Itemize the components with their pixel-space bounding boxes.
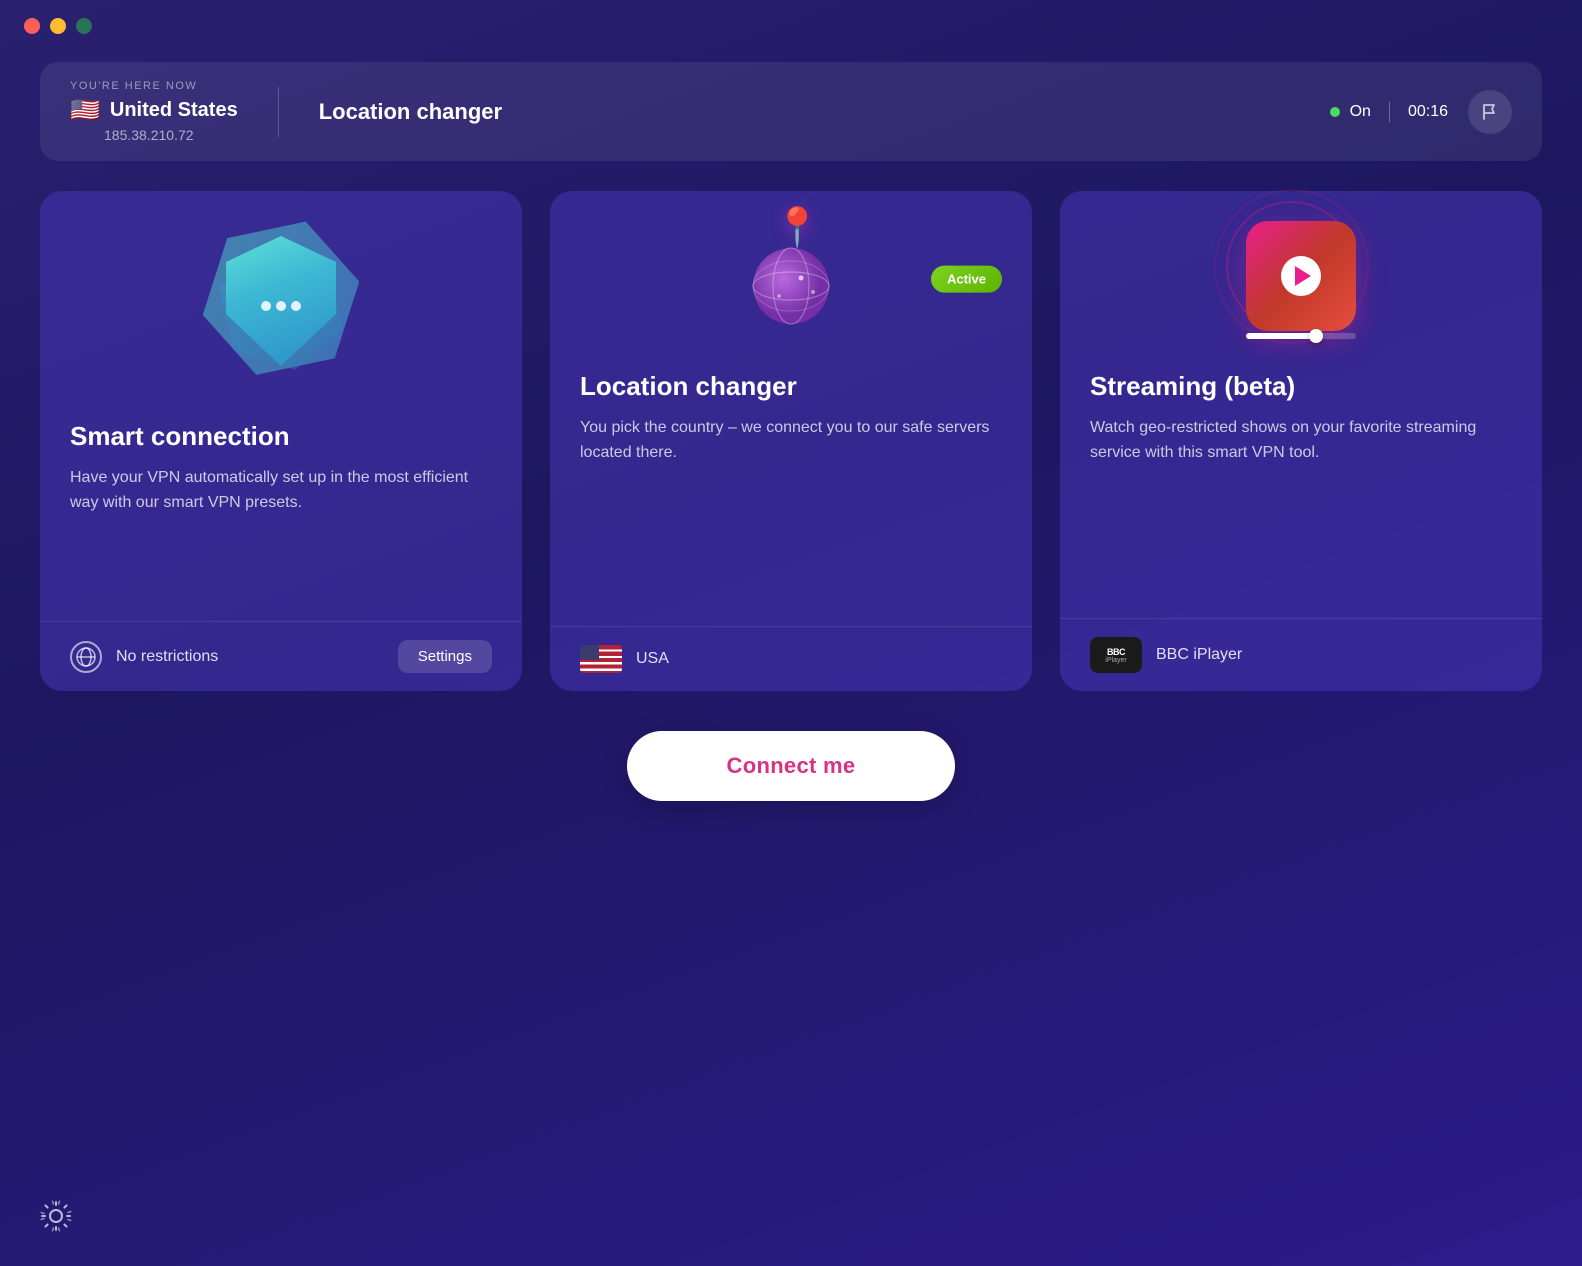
streaming-card-title: Streaming (beta): [1090, 371, 1512, 402]
streaming-slider-dot: [1309, 329, 1323, 343]
feature-name: Location changer: [319, 99, 1330, 125]
no-restrictions-label: No restrictions: [116, 648, 384, 666]
streaming-bg: [1246, 221, 1356, 331]
usa-flag-canton: [580, 645, 599, 660]
globe-icon: [70, 641, 102, 673]
location-icon-area: 📍 Active: [550, 191, 1032, 351]
location-changer-card[interactable]: 📍 Active Location changer You pick the c…: [550, 191, 1032, 691]
shield-dot-1: [261, 301, 271, 311]
country-row: 🇺🇸 United States: [70, 96, 238, 125]
location-card-title: Location changer: [580, 371, 1002, 402]
play-triangle: [1295, 266, 1311, 286]
status-indicator: [1330, 107, 1340, 117]
play-button-icon: [1281, 256, 1321, 296]
usa-flag: [580, 645, 622, 673]
active-badge: Active: [931, 266, 1002, 293]
status-divider: [1389, 102, 1390, 122]
smart-icon-area: [40, 191, 522, 401]
bbc-logo-text: BBC iPlayer: [1105, 647, 1126, 664]
header-bar: YOU'RE HERE NOW 🇺🇸 United States 185.38.…: [40, 62, 1542, 161]
status-text: On: [1350, 103, 1371, 121]
location-card-body: Location changer You pick the country – …: [550, 351, 1032, 561]
location-card-footer[interactable]: USA: [550, 626, 1032, 691]
connect-button[interactable]: Connect me: [627, 731, 956, 801]
country-flag: 🇺🇸: [70, 96, 100, 125]
settings-button[interactable]: Settings: [398, 640, 492, 673]
streaming-card-footer[interactable]: BBC iPlayer BBC iPlayer: [1060, 618, 1542, 691]
streaming-icon-container: [1236, 211, 1366, 341]
smart-card-title: Smart connection: [70, 421, 492, 452]
connection-status: On 00:16: [1330, 102, 1448, 122]
streaming-card-body: Streaming (beta) Watch geo-restricted sh…: [1060, 351, 1542, 557]
shield-wrap: [181, 201, 381, 401]
current-location: YOU'RE HERE NOW 🇺🇸 United States 185.38.…: [70, 80, 238, 143]
title-bar: [0, 0, 1582, 52]
ip-address: 185.38.210.72: [104, 127, 194, 143]
shield-dots: [261, 301, 301, 311]
cards-container: Smart connection Have your VPN automatic…: [40, 191, 1542, 691]
streaming-service-label: BBC iPlayer: [1156, 646, 1512, 664]
bottom-settings: [36, 1196, 76, 1236]
minimize-button[interactable]: [50, 18, 66, 34]
smart-card-desc: Have your VPN automatically set up in th…: [70, 466, 492, 516]
globe-pin-container: 📍: [726, 211, 856, 341]
maximize-button[interactable]: [76, 18, 92, 34]
smart-card-body: Smart connection Have your VPN automatic…: [40, 401, 522, 621]
smart-card-footer: No restrictions Settings: [40, 621, 522, 691]
shield-dot-2: [276, 301, 286, 311]
shield-dot-3: [291, 301, 301, 311]
country-name: United States: [110, 99, 238, 122]
gear-icon-button[interactable]: [36, 1196, 76, 1236]
streaming-card-desc: Watch geo-restricted shows on your favor…: [1090, 416, 1512, 466]
bbc-badge: BBC iPlayer: [1090, 637, 1142, 673]
connect-area: Connect me: [0, 731, 1582, 801]
location-pin: 📍: [774, 206, 821, 250]
connection-timer: 00:16: [1408, 103, 1448, 121]
streaming-icon-area: [1060, 191, 1542, 351]
streaming-slider-fill: [1246, 333, 1312, 339]
report-flag-button[interactable]: [1468, 90, 1512, 134]
close-button[interactable]: [24, 18, 40, 34]
smart-connection-card[interactable]: Smart connection Have your VPN automatic…: [40, 191, 522, 691]
location-card-desc: You pick the country – we connect you to…: [580, 416, 1002, 466]
streaming-slider: [1246, 333, 1356, 339]
header-divider: [278, 87, 279, 137]
streaming-card[interactable]: Streaming (beta) Watch geo-restricted sh…: [1060, 191, 1542, 691]
usa-label: USA: [636, 650, 1002, 668]
you-are-label: YOU'RE HERE NOW: [70, 80, 197, 92]
gear-icon: [38, 1198, 74, 1234]
